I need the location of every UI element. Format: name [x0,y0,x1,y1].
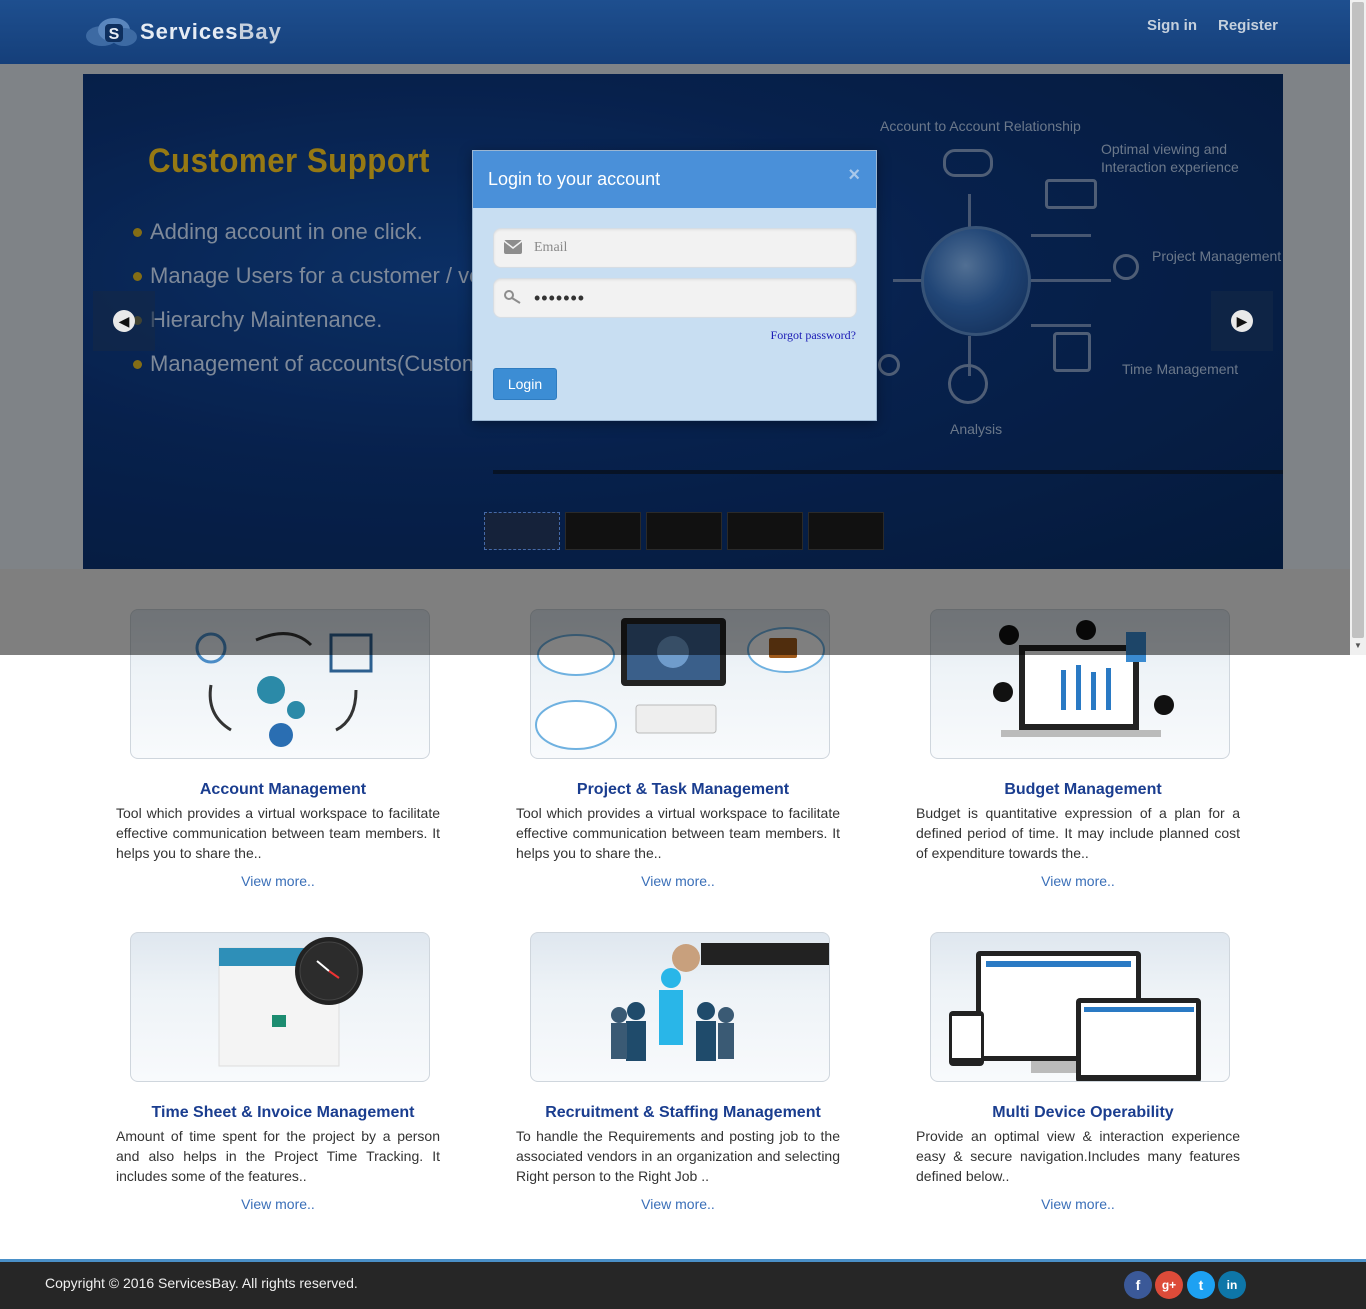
copyright-text: Copyright © 2016 ServicesBay. All rights… [45,1275,358,1291]
email-field-wrapper [493,228,857,268]
view-more-link[interactable]: View more.. [916,873,1240,889]
view-more-link[interactable]: View more.. [116,873,440,889]
key-icon [504,290,522,306]
slider-thumbnail-3[interactable] [646,512,722,550]
feature-image-multi-device [930,932,1230,1082]
slider-thumbnail-5[interactable] [808,512,884,550]
login-modal: Login to your account × Forgot password?… [472,150,877,421]
slider-next-button[interactable]: ▶ [1211,291,1273,351]
view-more-link[interactable]: View more.. [516,1196,840,1212]
feature-image-recruitment [530,932,830,1082]
feature-image-timesheet [130,932,430,1082]
navbar: S ServicesBay Sign in Register [0,0,1350,64]
feature-description: Tool which provides a virtual workspace … [516,805,840,861]
view-more-link[interactable]: View more.. [916,1196,1240,1212]
view-more-link[interactable]: View more.. [516,873,840,889]
close-icon[interactable]: × [848,164,860,187]
scroll-down-icon[interactable]: ▼ [1352,641,1364,653]
scrollbar-thumb[interactable] [1352,2,1364,638]
register-link[interactable]: Register [1218,17,1278,34]
arrow-right-icon: ▶ [1231,310,1253,332]
twitter-icon[interactable]: t [1187,1271,1215,1299]
envelope-icon [503,240,523,256]
feature-title: Budget Management [1004,781,1162,798]
feature-title: Project & Task Management [576,781,790,798]
modal-title: Login to your account [488,169,661,189]
slider-thumbnail-4[interactable] [727,512,803,550]
svg-text:S: S [109,26,120,43]
login-button[interactable]: Login [493,368,557,400]
slider-thumbnail-2[interactable] [565,512,641,550]
feature-description: Budget is quantitative expression of a p… [916,805,1240,861]
facebook-icon[interactable]: f [1124,1271,1152,1299]
cloud-logo-icon: S [84,16,138,48]
modal-header: Login to your account × [473,151,876,208]
feature-title: Time Sheet & Invoice Management [151,1104,415,1121]
slider-prev-button[interactable]: ◀ [93,291,155,351]
feature-description: Tool which provides a virtual workspace … [116,805,440,861]
slider-thumbnail-1[interactable] [484,512,560,550]
password-input[interactable] [534,279,844,317]
google-plus-icon[interactable]: g+ [1155,1271,1183,1299]
feature-description: Provide an optimal view & interaction ex… [916,1128,1240,1184]
password-field-wrapper [493,278,857,318]
feature-title: Recruitment & Staffing Management [545,1104,821,1121]
modal-backdrop-right [1283,74,1350,569]
sign-in-link[interactable]: Sign in [1147,17,1197,34]
feature-title: Account Management [199,781,367,798]
logo[interactable]: S ServicesBay [84,14,282,50]
arrow-left-icon: ◀ [113,310,135,332]
view-more-link[interactable]: View more.. [116,1196,440,1212]
feature-description: Amount of time spent for the project by … [116,1128,440,1184]
modal-backdrop-left [0,74,83,569]
footer: Copyright © 2016 ServicesBay. All rights… [0,1259,1366,1309]
linkedin-icon[interactable]: in [1218,1271,1246,1299]
slider-thumbnails [484,512,884,550]
email-input[interactable] [534,229,844,267]
forgot-password-link[interactable]: Forgot password? [771,328,856,343]
feature-description: To handle the Requirements and posting j… [516,1128,840,1184]
feature-title: Multi Device Operability [992,1104,1174,1121]
modal-backdrop [0,64,1350,74]
logo-text: ServicesBay [140,19,282,44]
modal-backdrop-bottom [0,569,1350,655]
